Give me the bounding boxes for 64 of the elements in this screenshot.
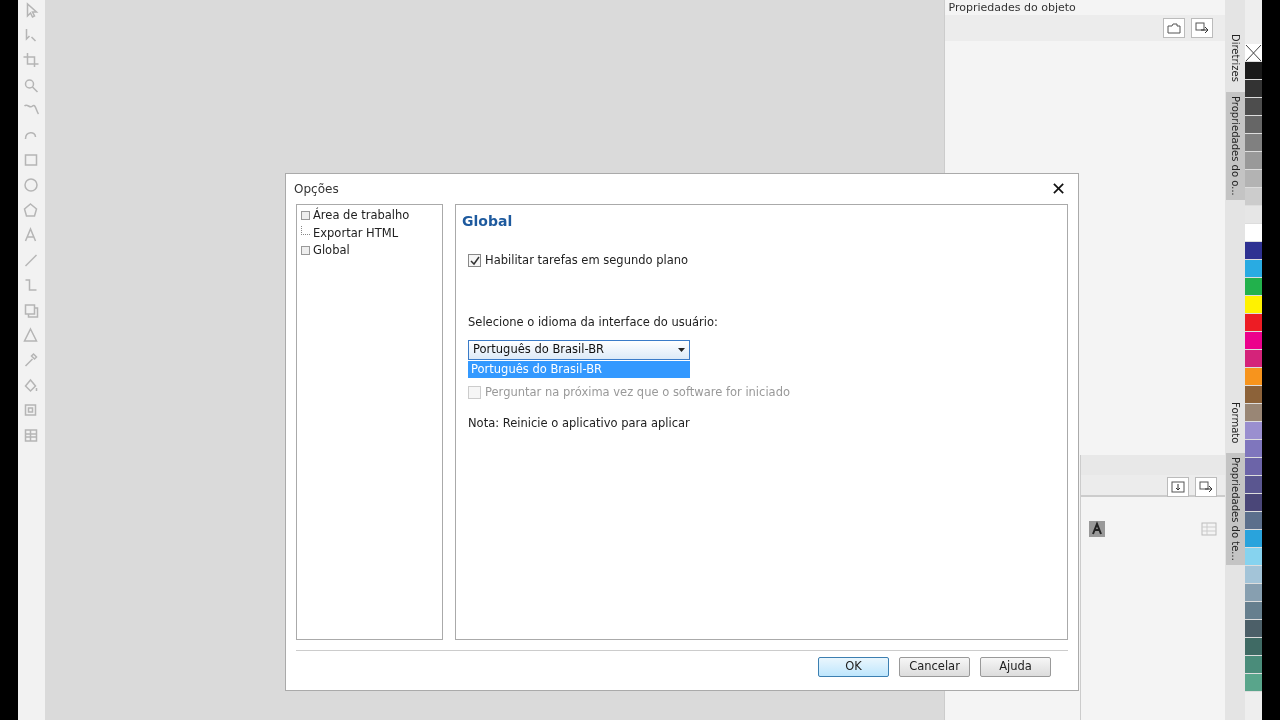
color-swatch[interactable] [1245, 638, 1263, 656]
close-button[interactable]: ✕ [1046, 180, 1070, 198]
color-swatch[interactable] [1245, 656, 1263, 674]
dock-icon[interactable] [1195, 477, 1218, 497]
tree-item[interactable]: Exportar HTML [313, 224, 399, 242]
color-swatch[interactable] [1245, 386, 1263, 404]
color-swatch[interactable] [1245, 206, 1263, 224]
expand-icon[interactable] [301, 211, 310, 221]
color-swatch[interactable] [1245, 260, 1263, 278]
ok-button[interactable]: OK [818, 656, 889, 677]
expand-icon[interactable] [301, 246, 310, 256]
color-swatch[interactable] [1245, 98, 1263, 116]
color-swatch[interactable] [1245, 350, 1263, 368]
color-swatch[interactable] [1245, 116, 1263, 134]
color-swatch[interactable] [1245, 314, 1263, 332]
caret-icon [678, 347, 685, 352]
color-swatch[interactable] [1245, 512, 1263, 530]
section-heading: Global [462, 212, 514, 231]
dialog-button[interactable]: Cancelar [899, 656, 970, 677]
checkbox-label: Habilitar tarefas em segundo plano [485, 252, 689, 269]
tree-item[interactable]: Área de trabalho [313, 207, 410, 225]
color-swatch[interactable] [1245, 548, 1263, 566]
color-swatch[interactable] [1245, 422, 1263, 440]
side-tab[interactable]: Propriedades do te... [1225, 453, 1245, 565]
color-swatch[interactable] [1245, 530, 1263, 548]
dock-icon[interactable] [1191, 18, 1214, 38]
folder-icon[interactable] [1163, 18, 1186, 38]
checkbox-label: Perguntar na próxima vez que o software for iniciado [485, 383, 790, 401]
panel-title: Propriedades do objeto [947, 0, 1077, 15]
language-dropdown[interactable]: Português do Brasil-BR [468, 339, 690, 360]
side-tab[interactable]: Formato [1225, 397, 1245, 448]
color-swatch[interactable] [1245, 584, 1263, 602]
color-swatch[interactable] [1245, 188, 1263, 206]
side-tab[interactable]: Propriedades do o... [1225, 91, 1245, 200]
color-swatch[interactable] [1245, 494, 1263, 512]
color-swatch[interactable] [1245, 368, 1263, 386]
color-swatch[interactable] [1245, 224, 1263, 242]
color-swatch[interactable] [1245, 296, 1263, 314]
checkbox[interactable] [468, 254, 481, 268]
no-color-swatch[interactable] [1245, 44, 1263, 62]
color-swatch[interactable] [1245, 332, 1263, 350]
color-swatch[interactable] [1245, 476, 1263, 494]
color-swatch[interactable] [1245, 80, 1263, 98]
text-icon[interactable] [1088, 521, 1105, 537]
side-tab[interactable]: Diretrizes [1225, 30, 1245, 86]
color-swatch[interactable] [1245, 62, 1263, 80]
dialog-title: Opções [294, 181, 339, 198]
color-swatch[interactable] [1245, 152, 1263, 170]
color-swatch[interactable] [1245, 458, 1263, 476]
color-swatch[interactable] [1245, 566, 1263, 584]
field-label: Selecione o idioma da interface do usuário: [468, 314, 719, 332]
color-swatch[interactable] [1245, 134, 1263, 152]
tree-item[interactable]: Global [313, 242, 350, 260]
note-text: Nota: Reinicie o aplicativo para aplicar [468, 414, 691, 432]
download-icon[interactable] [1167, 477, 1190, 497]
color-swatch[interactable] [1245, 242, 1263, 260]
color-swatch[interactable] [1245, 170, 1263, 188]
color-swatch[interactable] [1245, 440, 1263, 458]
color-swatch[interactable] [1245, 620, 1263, 638]
color-swatch[interactable] [1245, 404, 1263, 422]
color-swatch[interactable] [1245, 278, 1263, 296]
color-swatch[interactable] [1245, 602, 1263, 620]
dialog-button[interactable]: Ajuda [980, 656, 1051, 677]
color-swatch[interactable] [1245, 674, 1263, 692]
